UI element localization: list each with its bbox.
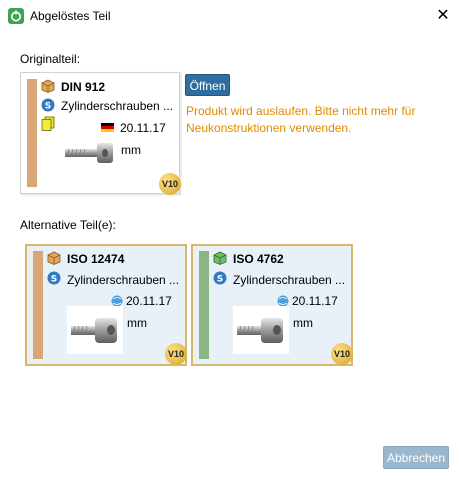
version-badge: V10 bbox=[331, 343, 353, 365]
svg-text:S: S bbox=[51, 274, 57, 284]
part-color-stripe bbox=[33, 251, 43, 359]
standard-s-icon: S bbox=[213, 271, 227, 285]
part-box-icon bbox=[213, 251, 227, 265]
part-box-icon bbox=[47, 251, 61, 265]
part-name: ISO 4762 bbox=[233, 252, 284, 266]
alternative-part-card[interactable]: ISO 4762 S Zylinderschrauben ... 20.11.1… bbox=[191, 244, 353, 366]
part-date: 20.11.17 bbox=[120, 121, 166, 135]
part-name: ISO 12474 bbox=[67, 252, 125, 266]
open-button[interactable]: Öffnen bbox=[185, 74, 230, 96]
part-thumbnail bbox=[61, 133, 117, 173]
title-bar: Abgelöstes Teil ✕ bbox=[0, 0, 459, 32]
part-unit: mm bbox=[127, 316, 147, 330]
window-title: Abgelöstes Teil bbox=[30, 9, 111, 23]
cancel-button[interactable]: Abbrechen bbox=[383, 446, 449, 469]
part-date: 20.11.17 bbox=[126, 294, 172, 308]
alternatives-section-label: Alternative Teil(e): bbox=[20, 218, 116, 232]
part-unit: mm bbox=[293, 316, 313, 330]
svg-text:S: S bbox=[217, 274, 223, 284]
discontinued-warning: Produkt wird auslaufen. Bitte nicht mehr… bbox=[186, 104, 416, 135]
part-box-icon bbox=[41, 79, 55, 93]
documents-icon bbox=[41, 116, 55, 131]
part-name: DIN 912 bbox=[61, 80, 106, 94]
standard-s-icon: S bbox=[41, 98, 55, 112]
part-thumbnail bbox=[67, 306, 123, 354]
app-logo-icon bbox=[8, 8, 24, 24]
version-badge: V10 bbox=[159, 173, 181, 195]
part-thumbnail bbox=[233, 306, 289, 354]
screw-image bbox=[237, 318, 283, 343]
part-date: 20.11.17 bbox=[292, 294, 338, 308]
screw-image bbox=[65, 143, 113, 163]
screw-image bbox=[71, 318, 117, 343]
part-description: Zylinderschrauben ... bbox=[61, 99, 174, 113]
standard-s-icon: S bbox=[47, 271, 61, 285]
part-description: Zylinderschrauben ... bbox=[233, 273, 346, 287]
original-part-card[interactable]: DIN 912 S Zylinderschrauben ... 20.11.17 bbox=[20, 72, 181, 195]
svg-text:S: S bbox=[45, 101, 51, 111]
alternative-part-card[interactable]: ISO 12474 S Zylinderschrauben ... 20.11.… bbox=[25, 244, 187, 366]
part-color-stripe bbox=[27, 79, 37, 187]
close-icon[interactable]: ✕ bbox=[432, 6, 454, 26]
part-color-stripe bbox=[199, 251, 209, 359]
version-badge: V10 bbox=[165, 343, 187, 365]
part-unit: mm bbox=[121, 143, 141, 157]
part-description: Zylinderschrauben ... bbox=[67, 273, 180, 287]
original-section-label: Originalteil: bbox=[20, 52, 81, 66]
germany-flag-icon bbox=[101, 123, 114, 132]
